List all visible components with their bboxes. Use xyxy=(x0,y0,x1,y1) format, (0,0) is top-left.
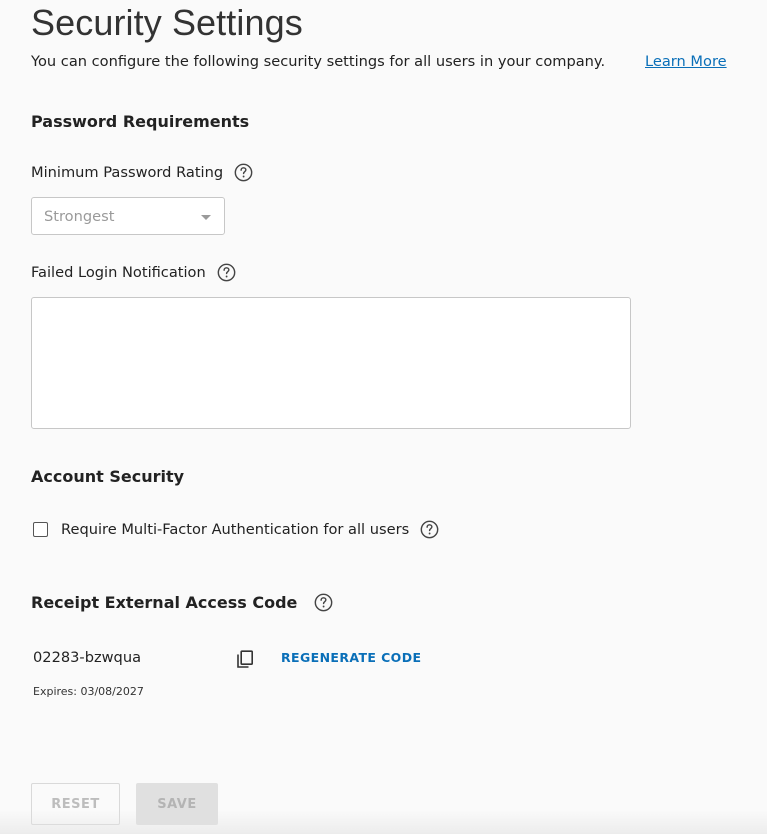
mfa-checkbox[interactable] xyxy=(33,522,48,537)
select-value: Strongest xyxy=(44,208,115,225)
reset-button[interactable]: RESET xyxy=(31,783,120,825)
receipt-access-heading-row: Receipt External Access Code xyxy=(31,593,333,612)
regenerate-code-button[interactable]: REGENERATE CODE xyxy=(281,650,421,665)
password-requirements-heading: Password Requirements xyxy=(31,112,250,131)
mfa-row: Require Multi-Factor Authentication for … xyxy=(31,520,439,539)
copy-icon[interactable] xyxy=(235,649,255,669)
help-icon[interactable] xyxy=(234,163,253,182)
min-password-rating-text: Minimum Password Rating xyxy=(31,164,224,181)
min-password-rating-select[interactable]: Strongest xyxy=(31,197,225,235)
access-code-value: 02283-bzwqua xyxy=(33,649,142,666)
learn-more-link[interactable]: Learn More xyxy=(645,53,727,70)
caret-down-icon xyxy=(201,215,211,220)
help-icon[interactable] xyxy=(314,593,333,612)
failed-login-notification-label: Failed Login Notification xyxy=(31,263,236,282)
page-title: Security Settings xyxy=(31,2,303,43)
mfa-label: Require Multi-Factor Authentication for … xyxy=(61,521,410,538)
failed-login-notification-text: Failed Login Notification xyxy=(31,264,206,281)
help-icon[interactable] xyxy=(217,263,236,282)
help-icon[interactable] xyxy=(420,520,439,539)
code-expiry-text: Expires: 03/08/2027 xyxy=(33,685,144,698)
failed-login-notification-input[interactable] xyxy=(31,297,631,429)
save-button[interactable]: SAVE xyxy=(136,783,218,825)
account-security-heading: Account Security xyxy=(31,467,185,486)
intro-text: You can configure the following security… xyxy=(31,53,606,70)
min-password-rating-label: Minimum Password Rating xyxy=(31,163,253,182)
receipt-access-heading: Receipt External Access Code xyxy=(31,593,298,612)
